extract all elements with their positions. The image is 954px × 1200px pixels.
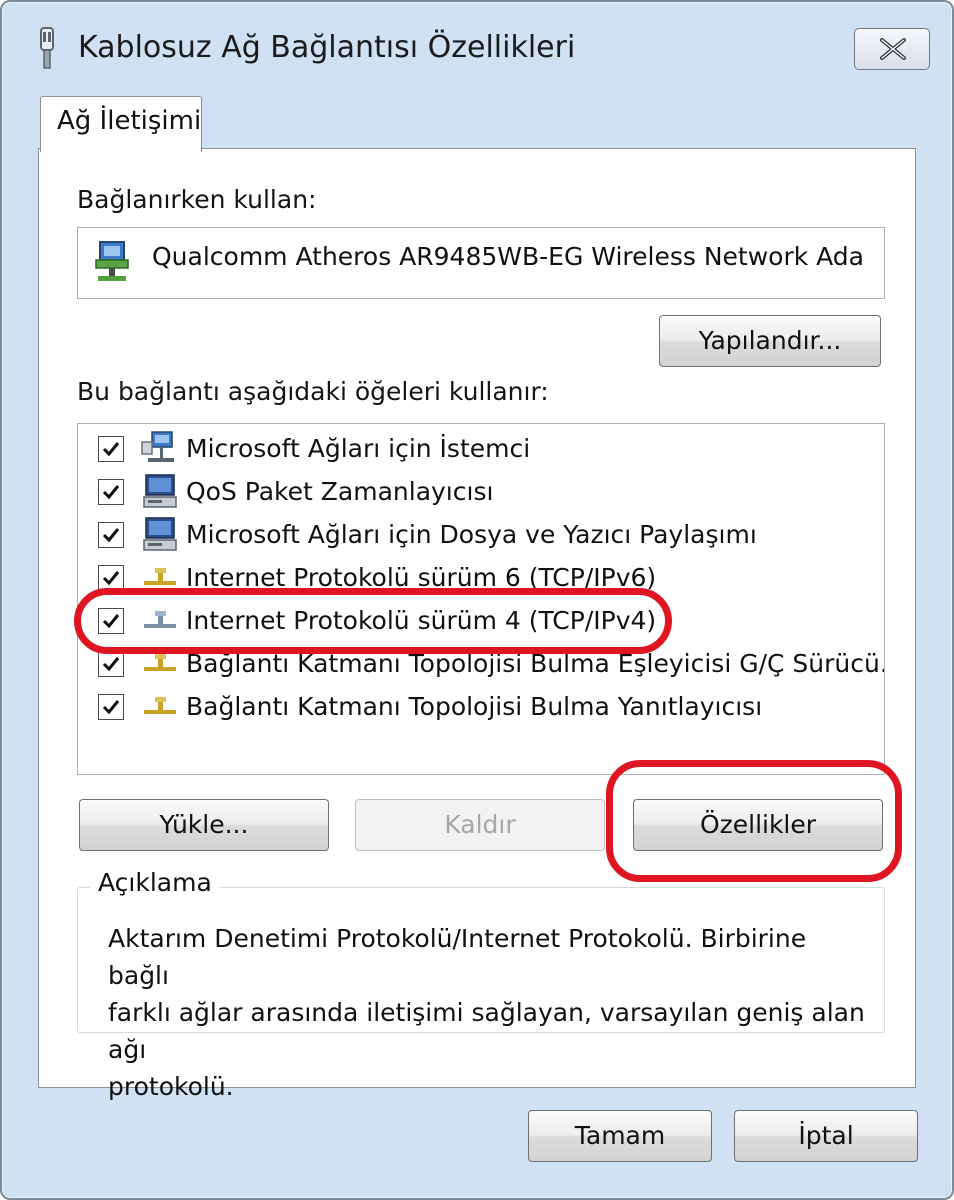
properties-dialog: Kablosuz Ağ Bağlantısı Özellikleri Ağ İl… — [0, 0, 954, 1200]
install-button[interactable]: Yükle... — [79, 799, 329, 851]
configure-button[interactable]: Yapılandır... — [659, 315, 881, 367]
connect-using-label: Bağlanırken kullan: — [77, 185, 317, 214]
checkmark-icon — [102, 571, 120, 586]
checkmark-icon — [102, 700, 120, 715]
description-line: protokolü. — [108, 1072, 234, 1101]
list-item-ipv6[interactable]: Internet Protokolü sürüm 6 (TCP/IPv6) — [78, 557, 884, 599]
properties-button[interactable]: Özellikler — [633, 799, 883, 851]
service-computer-icon — [143, 517, 177, 551]
cancel-button[interactable]: İptal — [734, 1110, 918, 1162]
uninstall-button[interactable]: Kaldır — [355, 799, 605, 851]
network-connection-icon — [40, 27, 54, 69]
list-item-label: Internet Protokolü sürüm 4 (TCP/IPv4) — [186, 606, 657, 635]
checkbox-lltd-mapper[interactable] — [98, 651, 124, 677]
checkbox-ipv4[interactable] — [98, 608, 124, 634]
items-section-label: Bu bağlantı aşağıdaki öğeleri kullanır: — [77, 377, 549, 406]
list-item-qos[interactable]: QoS Paket Zamanlayıcısı — [78, 471, 884, 513]
description-line: Aktarım Denetimi Protokolü/Internet Prot… — [108, 924, 807, 990]
checkmark-icon — [102, 614, 120, 629]
checkbox-qos[interactable] — [98, 479, 124, 505]
adapter-field: Qualcomm Atheros AR9485WB-EG Wireless Ne… — [77, 227, 885, 299]
tab-network[interactable]: Ağ İletişimi — [40, 96, 202, 152]
checkmark-icon — [102, 442, 120, 457]
list-item-lltd-responder[interactable]: Bağlantı Katmanı Topolojisi Bulma Yanıtl… — [78, 686, 884, 728]
close-button[interactable] — [854, 28, 930, 70]
protocol-icon — [144, 697, 176, 714]
description-legend: Açıklama — [90, 868, 220, 897]
list-item-label: Internet Protokolü sürüm 6 (TCP/IPv6) — [186, 563, 657, 592]
network-client-icon — [141, 431, 174, 462]
checkbox-file-sharing[interactable] — [98, 522, 124, 548]
close-icon — [880, 38, 906, 60]
checkmark-icon — [102, 485, 120, 500]
list-item-label: Microsoft Ağları için İstemci — [186, 434, 531, 463]
list-item-file-sharing[interactable]: Microsoft Ağları için Dosya ve Yazıcı Pa… — [78, 514, 884, 556]
tab-network-label: Ağ İletişimi — [57, 106, 202, 136]
ok-button[interactable]: Tamam — [528, 1110, 712, 1162]
checkmark-icon — [102, 657, 120, 672]
list-item-label: Bağlantı Katmanı Topolojisi Bulma Eşleyi… — [186, 649, 885, 678]
list-item-label: Microsoft Ağları için Dosya ve Yazıcı Pa… — [186, 520, 757, 549]
protocol-icon — [144, 611, 176, 628]
list-item-lltd-mapper[interactable]: Bağlantı Katmanı Topolojisi Bulma Eşleyi… — [78, 643, 884, 685]
description-line: farklı ağlar arasında iletişimi sağlayan… — [108, 998, 865, 1064]
network-adapter-icon — [95, 241, 129, 281]
description-text: Aktarım Denetimi Protokolü/Internet Prot… — [108, 920, 868, 1105]
title-bar[interactable]: Kablosuz Ağ Bağlantısı Özellikleri — [2, 2, 952, 94]
checkbox-lltd-responder[interactable] — [98, 694, 124, 720]
tab-panel-network: Bağlanırken kullan: Qualcomm Atheros AR9… — [38, 148, 916, 1101]
list-item-label: Bağlantı Katmanı Topolojisi Bulma Yanıtl… — [186, 692, 763, 721]
checkbox-ipv6[interactable] — [98, 565, 124, 591]
list-item-ipv4[interactable]: Internet Protokolü sürüm 4 (TCP/IPv4) — [78, 600, 884, 642]
component-list[interactable]: Microsoft Ağları için İstemci QoS Paket … — [77, 423, 885, 775]
adapter-name: Qualcomm Atheros AR9485WB-EG Wireless Ne… — [152, 242, 864, 271]
protocol-icon — [144, 568, 176, 585]
list-item-ms-client[interactable]: Microsoft Ağları için İstemci — [78, 428, 884, 470]
window-title: Kablosuz Ağ Bağlantısı Özellikleri — [78, 30, 576, 65]
checkbox-ms-client[interactable] — [98, 436, 124, 462]
checkmark-icon — [102, 528, 120, 543]
protocol-icon — [144, 654, 176, 671]
description-group: Açıklama Aktarım Denetimi Protokolü/Inte… — [77, 868, 885, 1101]
list-item-label: QoS Paket Zamanlayıcısı — [186, 477, 494, 506]
service-computer-icon — [143, 474, 177, 508]
